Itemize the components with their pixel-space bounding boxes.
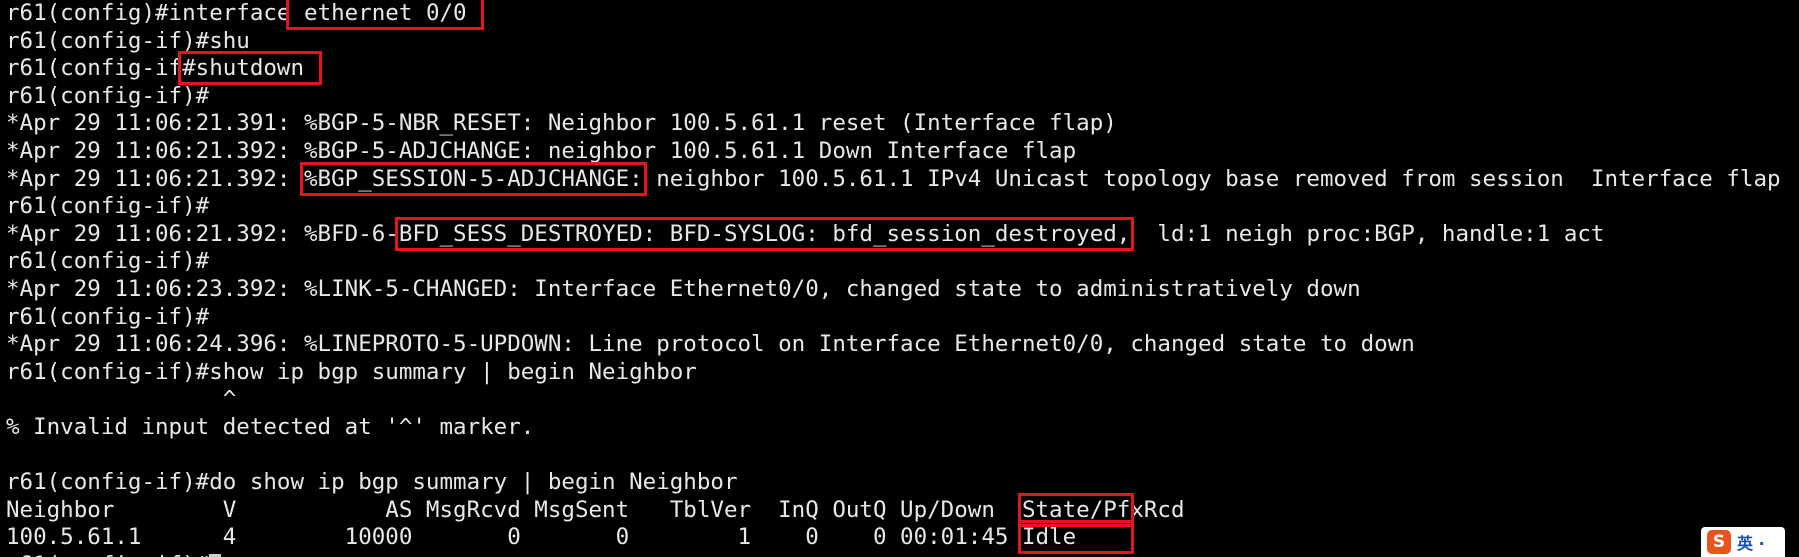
ime-toolbar[interactable]: S 英 · bbox=[1701, 527, 1785, 557]
highlighted-text: Idle bbox=[1017, 520, 1135, 555]
highlighted-text: %BGP_SESSION-5-ADJCHANGE: bbox=[300, 161, 647, 196]
terminal-line: Neighbor V AS MsgRcvd MsgSent TblVer InQ… bbox=[6, 492, 1799, 527]
terminal-line: r61(config-if#shutdown bbox=[6, 51, 1799, 86]
terminal-text: r61(config-if)# bbox=[6, 303, 210, 330]
ime-language-indicator[interactable]: 英 · bbox=[1737, 530, 1765, 554]
terminal-text: *Apr 29 11:06:21.392: %BFD-6- bbox=[6, 220, 399, 247]
terminal-text: r61(config-if)#show ip bgp summary | beg… bbox=[6, 358, 697, 385]
terminal-line: r61(config-if)# bbox=[6, 248, 1799, 276]
terminal-text: neighbor 100.5.61.1 IPv4 Unicast topolog… bbox=[642, 165, 1781, 192]
terminal-text: xRcd bbox=[1130, 496, 1185, 523]
terminal-text: % Invalid input detected at '^' marker. bbox=[6, 413, 535, 440]
terminal-line: r61(config-if)# bbox=[6, 193, 1799, 221]
terminal-line: r61(config-if)#show ip bgp summary | beg… bbox=[6, 359, 1799, 387]
highlighted-text: State/Pf bbox=[1017, 492, 1135, 527]
terminal-text: r61(config)#interface bbox=[6, 0, 291, 26]
terminal-line: r61(config)#interface ethernet 0/0 bbox=[6, 0, 1799, 30]
terminal-text: *Apr 29 11:06:21.392: bbox=[6, 165, 305, 192]
terminal-text: *Apr 29 11:06:21.391: %BGP-5-NBR_RESET: … bbox=[6, 110, 1117, 137]
terminal-text: r61(config-if)# bbox=[6, 248, 210, 275]
terminal-line: *Apr 29 11:06:21.391: %BGP-5-NBR_RESET: … bbox=[6, 110, 1799, 138]
terminal-line: r61(config-if)# bbox=[6, 304, 1799, 332]
terminal-text: *Apr 29 11:06:21.392: %BGP-5-ADJCHANGE: … bbox=[6, 137, 1077, 164]
terminal-line: % Invalid input detected at '^' marker. bbox=[6, 414, 1799, 442]
sogou-ime-icon[interactable]: S bbox=[1707, 530, 1731, 554]
terminal-text: *Apr 29 11:06:24.396: %LINEPROTO-5-UPDOW… bbox=[6, 331, 1415, 358]
terminal-text: r61(config-if)#shu bbox=[6, 27, 250, 54]
terminal-text: r61(config-if)# bbox=[6, 552, 209, 557]
terminal-text: *Apr 29 11:06:23.392: %LINK-5-CHANGED: I… bbox=[6, 275, 1361, 302]
terminal-text: r61(config-if)# bbox=[6, 193, 210, 220]
terminal-window[interactable]: r61(config)#interface ethernet 0/0 r61(c… bbox=[0, 0, 1799, 557]
highlighted-text: #shutdown bbox=[178, 51, 322, 86]
terminal-text: r61(config-if)# bbox=[6, 82, 210, 109]
terminal-line: 100.5.61.1 4 10000 0 0 1 0 0 00:01:45 Id… bbox=[6, 520, 1799, 555]
terminal-line: *Apr 29 11:06:21.392: %BFD-6-BFD_SESS_DE… bbox=[6, 216, 1799, 251]
terminal-line: *Apr 29 11:06:21.392: %BGP_SESSION-5-ADJ… bbox=[6, 161, 1799, 196]
terminal-text: 100.5.61.1 4 10000 0 0 1 0 0 00:01:45 bbox=[6, 524, 1022, 551]
terminal-line: *Apr 29 11:06:21.392: %BGP-5-ADJCHANGE: … bbox=[6, 138, 1799, 166]
terminal-line: ^ bbox=[6, 386, 1799, 414]
terminal-text: ^ bbox=[6, 386, 237, 413]
terminal-line: *Apr 29 11:06:23.392: %LINK-5-CHANGED: I… bbox=[6, 276, 1799, 304]
terminal-line: r61(config-if)#shu bbox=[6, 28, 1799, 56]
terminal-line: r61(config-if)# bbox=[6, 83, 1799, 111]
terminal-text: r61(config-if)#do show ip bgp summary | … bbox=[6, 469, 738, 496]
terminal-line: r61(config-if)#do show ip bgp summary | … bbox=[6, 469, 1799, 497]
terminal-line: r61(config-if)# bbox=[6, 552, 1799, 557]
terminal-line: *Apr 29 11:06:24.396: %LINEPROTO-5-UPDOW… bbox=[6, 331, 1799, 359]
terminal-text: r61(config-if bbox=[6, 55, 183, 82]
highlighted-text: BFD_SESS_DESTROYED: BFD-SYSLOG: bfd_sess… bbox=[394, 216, 1135, 251]
highlighted-text: ethernet 0/0 bbox=[286, 0, 485, 30]
terminal-text: ld:1 neigh proc:BGP, handle:1 act bbox=[1130, 220, 1605, 247]
terminal-text: Neighbor V AS MsgRcvd MsgSent TblVer InQ… bbox=[6, 496, 1022, 523]
